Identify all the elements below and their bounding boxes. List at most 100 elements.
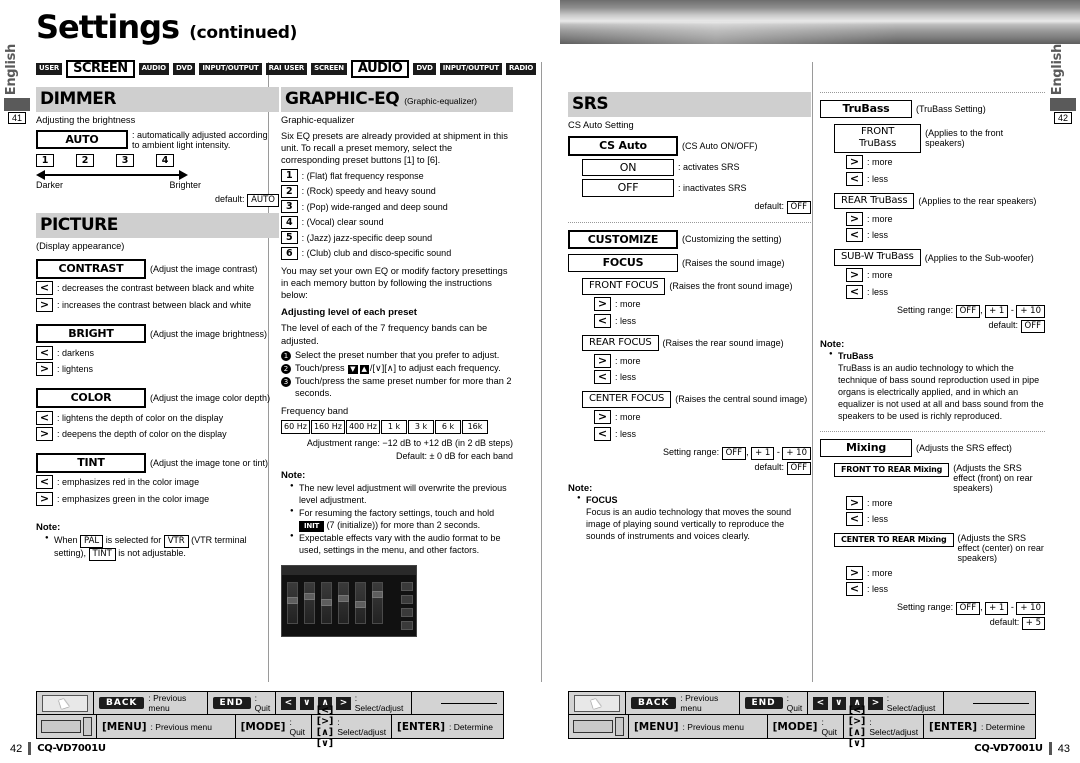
freq-band[interactable]: 16k: [462, 419, 488, 435]
mixing-button[interactable]: Mixing: [820, 439, 912, 458]
tab-radio[interactable]: RADIO: [505, 63, 537, 75]
tab-dvd[interactable]: DVD: [413, 63, 436, 75]
mode-key[interactable]: [MODE]: [773, 721, 818, 733]
freq-band[interactable]: 160 Hz: [310, 419, 345, 435]
enter-key[interactable]: [ENTER]: [929, 721, 977, 733]
right-arrow-icon[interactable]: >: [846, 268, 863, 283]
freq-band[interactable]: 3 k: [408, 419, 434, 435]
front-trubass-button[interactable]: FRONT TruBass: [834, 123, 922, 153]
tab-input-output[interactable]: INPUT/OUTPUT: [439, 63, 502, 75]
right-arrow-icon[interactable]: >: [846, 495, 863, 510]
tab-input-output[interactable]: INPUT/OUTPUT: [199, 63, 262, 75]
end-button[interactable]: END: [212, 697, 251, 709]
freq-band[interactable]: 60 Hz: [281, 419, 310, 435]
right-arrow-icon[interactable]: >: [36, 491, 53, 506]
tab-user[interactable]: USER: [36, 63, 63, 75]
footer-arrowkeys-cell[interactable]: [<] [>] [∧] [∨] : Select/adjust: [312, 705, 393, 749]
right-arrow-icon[interactable]: >: [846, 211, 863, 226]
down-arrow-icon[interactable]: ∨: [831, 696, 846, 710]
left-arrow-icon[interactable]: <: [36, 410, 53, 425]
srs-off-button[interactable]: OFF: [582, 178, 674, 197]
left-arrow-icon[interactable]: <: [36, 281, 53, 296]
dimmer-level-1[interactable]: 1: [36, 153, 54, 167]
right-arrow-icon[interactable]: >: [594, 353, 611, 368]
left-arrow-icon[interactable]: <: [846, 284, 863, 299]
tab-user[interactable]: USER: [281, 63, 308, 75]
focus-button[interactable]: FOCUS: [568, 254, 678, 273]
left-arrow-icon[interactable]: <: [846, 582, 863, 597]
menu-key[interactable]: [MENU]: [102, 721, 147, 733]
eq-preset-number[interactable]: 4: [281, 215, 298, 229]
right-arrow-icon[interactable]: >: [846, 565, 863, 580]
left-arrow-icon[interactable]: <: [36, 345, 53, 360]
eq-preset-number[interactable]: 1: [281, 169, 298, 183]
left-arrow-icon[interactable]: <: [813, 696, 828, 710]
tab-screen[interactable]: SCREEN: [66, 60, 135, 79]
rear-trubass-button[interactable]: REAR TruBass: [834, 192, 915, 210]
arrow-keys[interactable]: [<] [>] [∧] [∨]: [317, 705, 334, 749]
footer-select-cell[interactable]: < ∨ ∧ > : Select/adjust: [808, 692, 944, 714]
menu-key[interactable]: [MENU]: [634, 721, 679, 733]
left-arrow-icon[interactable]: <: [594, 313, 611, 328]
footer-menu-cell[interactable]: [MENU] : Previous menu: [629, 715, 768, 738]
right-arrow-icon[interactable]: >: [868, 696, 883, 710]
right-arrow-icon[interactable]: >: [594, 410, 611, 425]
mode-key[interactable]: [MODE]: [241, 721, 286, 733]
srs-on-button[interactable]: ON: [582, 158, 674, 177]
back-button[interactable]: BACK: [99, 697, 145, 709]
right-arrow-icon[interactable]: >: [594, 297, 611, 312]
tab-audio[interactable]: AUDIO: [138, 63, 169, 75]
footer-menu-cell[interactable]: [MENU] : Previous menu: [97, 715, 236, 738]
tab-dvd[interactable]: DVD: [172, 63, 196, 75]
freq-band[interactable]: 1 k: [381, 419, 407, 435]
footer-enter-cell[interactable]: [ENTER] : Determine: [392, 715, 503, 738]
front-focus-button[interactable]: FRONT FOCUS: [582, 278, 666, 295]
trubass-button[interactable]: TruBass: [820, 100, 912, 118]
freq-band[interactable]: 400 Hz: [345, 419, 380, 435]
footer-mode-cell[interactable]: [MODE] : Quit: [236, 715, 312, 738]
left-arrow-icon[interactable]: <: [594, 426, 611, 441]
rear-focus-button[interactable]: REAR FOCUS: [582, 334, 659, 352]
dimmer-level-4[interactable]: 4: [156, 153, 174, 167]
left-arrow-icon[interactable]: <: [36, 475, 53, 490]
eq-preset-number[interactable]: 5: [281, 231, 298, 245]
eq-preset-number[interactable]: 6: [281, 246, 298, 260]
bright-button[interactable]: BRIGHT: [36, 323, 146, 344]
dimmer-auto-button[interactable]: AUTO: [36, 129, 128, 150]
footer-select-cell[interactable]: < ∨ ∧ > : Select/adjust: [276, 692, 412, 714]
tab-audio[interactable]: AUDIO: [350, 60, 410, 79]
back-button[interactable]: BACK: [631, 697, 677, 709]
enter-key[interactable]: [ENTER]: [397, 721, 445, 733]
dimmer-level-3[interactable]: 3: [116, 153, 134, 167]
center-to-rear-mixing-button[interactable]: CENTER TO REAR Mixing: [834, 533, 954, 548]
eq-preset-number[interactable]: 3: [281, 200, 298, 214]
arrow-keys[interactable]: [<] [>] [∧] [∨]: [849, 705, 866, 749]
right-arrow-icon[interactable]: >: [36, 297, 53, 312]
right-arrow-icon[interactable]: >: [336, 696, 351, 710]
tint-button[interactable]: TINT: [36, 453, 146, 473]
footer-mode-cell[interactable]: [MODE] : Quit: [768, 715, 844, 738]
front-to-rear-mixing-button[interactable]: FRONT TO REAR Mixing: [834, 463, 950, 478]
footer-end-cell[interactable]: END : Quit: [740, 692, 809, 714]
cs-auto-button[interactable]: CS Auto: [568, 136, 678, 157]
init-button[interactable]: INIT: [299, 520, 325, 532]
left-arrow-icon[interactable]: <: [594, 370, 611, 385]
freq-band[interactable]: 6 k: [435, 419, 461, 435]
left-arrow-icon[interactable]: <: [846, 228, 863, 243]
down-arrow-icon[interactable]: ∨: [299, 696, 314, 710]
center-focus-button[interactable]: CENTER FOCUS: [582, 391, 672, 408]
footer-back-cell[interactable]: BACK : Previous menu: [626, 692, 740, 714]
right-arrow-icon[interactable]: >: [36, 427, 53, 442]
dimmer-level-2[interactable]: 2: [76, 153, 94, 167]
left-arrow-icon[interactable]: <: [846, 512, 863, 527]
left-arrow-icon[interactable]: <: [846, 171, 863, 186]
contrast-button[interactable]: CONTRAST: [36, 258, 146, 279]
footer-end-cell[interactable]: END : Quit: [208, 692, 277, 714]
right-arrow-icon[interactable]: >: [846, 155, 863, 170]
customize-button[interactable]: CUSTOMIZE: [568, 229, 678, 250]
color-button[interactable]: COLOR: [36, 388, 146, 409]
right-arrow-icon[interactable]: >: [36, 362, 53, 377]
footer-arrowkeys-cell[interactable]: [<] [>] [∧] [∨] : Select/adjust: [844, 705, 925, 749]
eq-preset-number[interactable]: 2: [281, 184, 298, 198]
tab-screen[interactable]: SCREEN: [311, 63, 347, 75]
